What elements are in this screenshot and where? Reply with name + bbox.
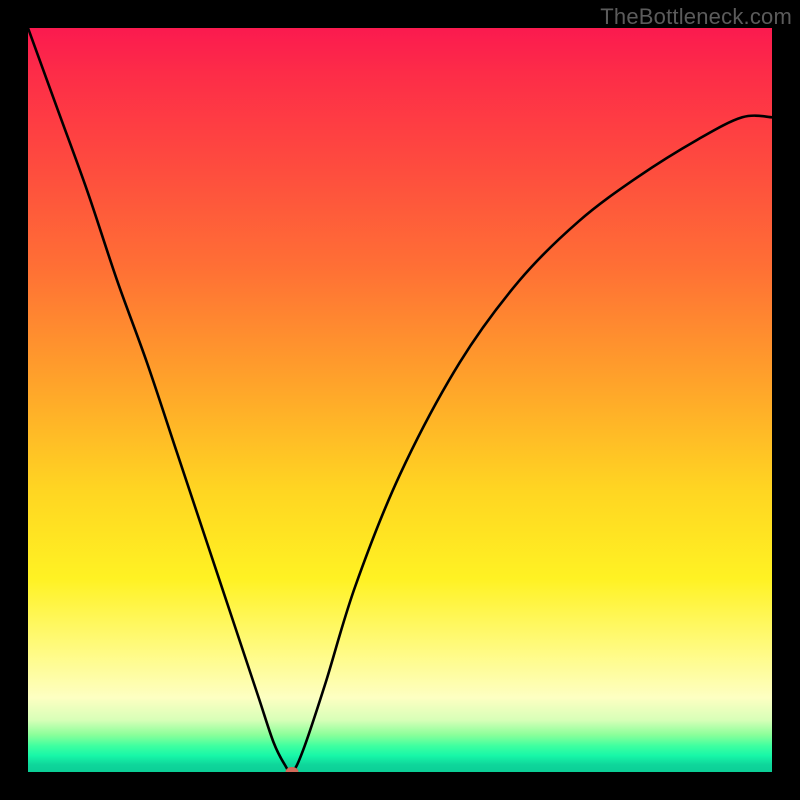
bottleneck-curve xyxy=(28,28,772,772)
watermark-text: TheBottleneck.com xyxy=(600,4,792,30)
optimum-marker xyxy=(286,767,299,772)
curve-path xyxy=(28,28,772,772)
chart-frame: TheBottleneck.com xyxy=(0,0,800,800)
plot-area xyxy=(28,28,772,772)
